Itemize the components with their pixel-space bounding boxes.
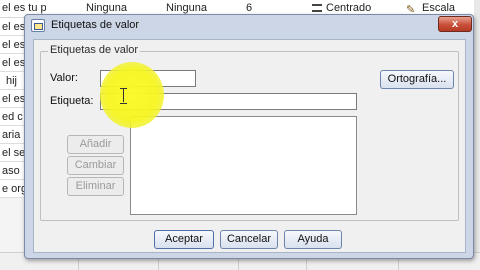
bg-left-cell[interactable]: e org xyxy=(0,180,24,198)
value-labels-dialog: Etiquetas de valor x Etiquetas de valor … xyxy=(24,14,474,259)
bg-left-cell[interactable]: aso xyxy=(0,162,24,180)
cursor-highlight xyxy=(100,62,164,128)
value-labels-list[interactable] xyxy=(130,116,357,215)
cancelar-button[interactable]: Cancelar xyxy=(220,230,278,249)
ortografia-button[interactable]: Ortografía... xyxy=(380,70,454,89)
bg-cell-align[interactable]: Centrado xyxy=(326,2,386,14)
anadir-button[interactable]: Añadir xyxy=(67,135,124,154)
group-title: Etiquetas de valor xyxy=(48,44,141,56)
dialog-client-area: Etiquetas de valor Valor: Ortografía... … xyxy=(33,39,466,253)
ayuda-button[interactable]: Ayuda xyxy=(284,230,342,249)
bg-left-cell[interactable]: el es xyxy=(0,90,24,108)
valor-label: Valor: xyxy=(50,72,78,84)
bg-cell-label[interactable]: el es tu pe xyxy=(2,2,46,14)
eliminar-button[interactable]: Eliminar xyxy=(67,177,124,196)
data-view-right-edge xyxy=(474,0,480,270)
screen: el es tu pe Ninguna Ninguna 6 Centrado ✎… xyxy=(0,0,480,270)
centered-align-icon xyxy=(312,4,322,12)
bg-left-cell[interactable]: ed c xyxy=(0,108,24,126)
bg-cell-missing[interactable]: Ninguna xyxy=(166,2,226,14)
dialog-title: Etiquetas de valor xyxy=(51,19,140,31)
close-button[interactable]: x xyxy=(438,16,472,32)
bg-left-cell[interactable]: el es xyxy=(0,36,24,54)
bg-left-cell[interactable]: el es xyxy=(0,18,24,36)
bg-cell-columns[interactable]: 6 xyxy=(246,2,276,14)
etiqueta-label: Etiqueta: xyxy=(50,95,94,107)
bg-left-cell[interactable]: hij xyxy=(0,72,24,90)
bg-cell-measure[interactable]: Escala xyxy=(422,2,470,14)
bg-cell-values[interactable]: Ninguna xyxy=(86,2,146,14)
bg-left-cell[interactable]: el se xyxy=(0,144,24,162)
bg-left-cell[interactable]: el es xyxy=(0,54,24,72)
dialog-titlebar[interactable]: Etiquetas de valor x xyxy=(25,15,473,37)
bg-left-cell[interactable]: aria xyxy=(0,126,24,144)
data-view-left-column: el es el es el es hij el es ed c aria el… xyxy=(0,18,24,218)
dialog-app-icon xyxy=(31,19,45,32)
text-cursor xyxy=(120,88,128,104)
cambiar-button[interactable]: Cambiar xyxy=(67,156,124,175)
scale-pencil-icon: ✎ xyxy=(406,4,416,14)
aceptar-button[interactable]: Aceptar xyxy=(154,230,214,249)
